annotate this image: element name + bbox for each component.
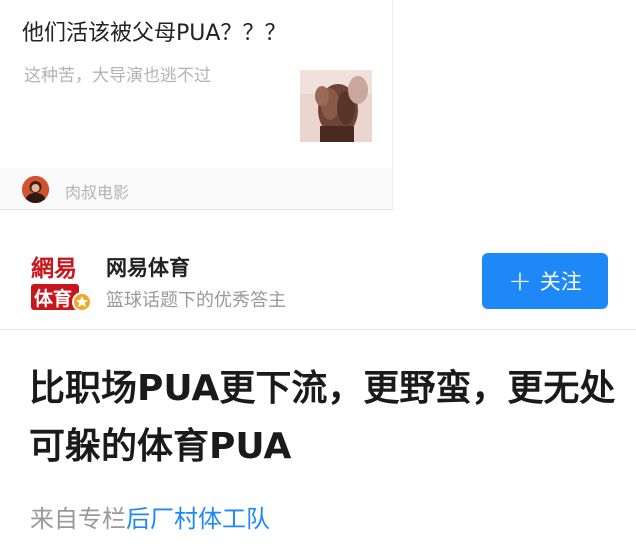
logo-text-bottom: 体育 [34,287,72,310]
avatar-icon [22,176,49,203]
column-prefix: 来自专栏 [30,505,126,533]
card-thumbnail[interactable] [300,70,372,142]
follow-label: 关注 [539,270,582,294]
card-subtitle: 这种苦，大导演也逃不过 [24,66,211,86]
profile-header: 網易 体育 网易体育 篮球话题下的优秀答主 + 关注 [0,234,636,330]
article-title: 比职场PUA更下流，更野蛮，更无处可躲的体育PUA [29,368,616,467]
netease-sports-logo-icon[interactable]: 網易 体育 [29,250,95,314]
follow-button[interactable]: + 关注 [482,253,608,309]
column-link[interactable]: 后厂村体工队 [126,505,270,533]
card-footer: 肉叔电影 [0,168,392,209]
profile-name[interactable]: 网易体育 [106,252,190,282]
author-avatar[interactable] [22,176,49,203]
plus-icon: + [508,264,532,297]
author-name[interactable]: 肉叔电影 [65,179,129,203]
feed-card[interactable]: 他们活该被父母PUA？？？ 这种苦，大导演也逃不过 肉叔电影 [0,0,393,210]
column-line: 来自专栏后厂村体工队 [30,499,270,534]
clasped-hands-photo-icon [300,70,372,142]
logo-text-top: 網易 [31,255,77,282]
profile-description: 篮球话题下的优秀答主 [106,290,286,311]
card-title[interactable]: 他们活该被父母PUA？？？ [22,15,286,47]
